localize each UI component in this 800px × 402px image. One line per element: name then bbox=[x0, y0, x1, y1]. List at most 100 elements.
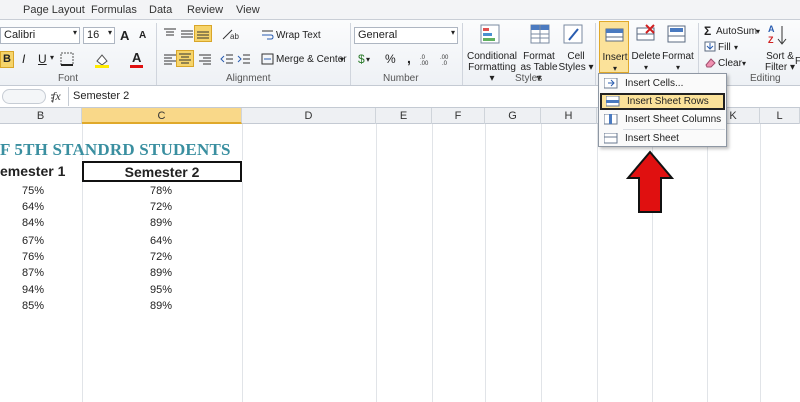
tab-review[interactable]: Review bbox=[187, 4, 223, 16]
menu-item-insert-sheet-rows[interactable]: Insert Sheet Rows bbox=[600, 93, 725, 110]
sheet-title: F 5TH STANDRD STUDENTS bbox=[0, 140, 231, 159]
header-semester-1: emester 1 bbox=[0, 163, 66, 179]
align-top-icon[interactable] bbox=[163, 28, 177, 40]
increase-indent-icon[interactable] bbox=[237, 53, 251, 65]
wrap-text-button[interactable]: Wrap Text bbox=[276, 30, 321, 41]
cell-semester-2[interactable]: 95% bbox=[150, 284, 172, 296]
font-size-combo[interactable]: 16 ▾ bbox=[83, 27, 115, 44]
cell-semester-1[interactable]: 64% bbox=[22, 201, 44, 213]
number-format-combo[interactable]: General ▾ bbox=[354, 27, 458, 44]
decrease-indent-icon[interactable] bbox=[220, 53, 234, 65]
tab-page-layout[interactable]: Page Layout bbox=[23, 4, 85, 16]
comma-button[interactable]: , bbox=[407, 50, 411, 66]
cell-semester-2[interactable]: 78% bbox=[150, 185, 172, 197]
cell-semester-2[interactable]: 72% bbox=[150, 251, 172, 263]
delete-button[interactable]: Delete bbox=[630, 51, 662, 62]
bold-button[interactable]: B bbox=[0, 51, 14, 68]
tab-data[interactable]: Data bbox=[149, 4, 172, 16]
svg-text:Z: Z bbox=[768, 35, 774, 45]
column-header-l[interactable]: L bbox=[760, 108, 800, 124]
fill-icon bbox=[704, 41, 716, 52]
column-header-h[interactable]: H bbox=[541, 108, 597, 124]
insert-rows-menu-icon bbox=[606, 96, 620, 107]
percent-button[interactable]: % bbox=[385, 52, 396, 66]
cell-semester-1[interactable]: 76% bbox=[22, 251, 44, 263]
selected-cell-c[interactable]: Semester 2 bbox=[82, 161, 242, 182]
name-box[interactable] bbox=[2, 89, 46, 104]
insert-sheet-menu-icon bbox=[604, 133, 618, 144]
autosum-dropdown-icon[interactable]: ▾ bbox=[756, 27, 760, 36]
cell-semester-1[interactable]: 67% bbox=[22, 235, 44, 247]
delete-cells-icon bbox=[636, 24, 655, 41]
align-left-icon[interactable] bbox=[163, 53, 177, 65]
underline-button[interactable]: U bbox=[38, 52, 47, 66]
conditional-formatting-button[interactable]: Conditional Formatting ▾ bbox=[466, 51, 518, 84]
insert-function-button[interactable]: fx bbox=[52, 89, 61, 104]
underline-dropdown-icon[interactable]: ▾ bbox=[50, 53, 54, 62]
number-group-label: Number bbox=[383, 73, 419, 84]
align-bottom-button[interactable] bbox=[194, 25, 212, 42]
sigma-icon: Σ bbox=[704, 24, 712, 38]
merge-dropdown-icon[interactable]: ▾ bbox=[340, 55, 344, 64]
wrap-text-icon bbox=[262, 30, 274, 40]
fill-color-icon[interactable] bbox=[94, 52, 110, 68]
shrink-font-button[interactable]: A bbox=[139, 30, 146, 41]
tab-formulas[interactable]: Formulas bbox=[91, 4, 137, 16]
insert-button[interactable]: Insert ▾ bbox=[599, 21, 629, 73]
cell-semester-1[interactable]: 94% bbox=[22, 284, 44, 296]
cell-semester-2[interactable]: 89% bbox=[150, 267, 172, 279]
clear-dropdown-icon[interactable]: ▾ bbox=[742, 59, 746, 68]
merge-center-button[interactable]: Merge & Center bbox=[276, 54, 347, 65]
cell-semester-1[interactable]: 85% bbox=[22, 300, 44, 312]
align-middle-icon[interactable] bbox=[180, 28, 194, 40]
sort-filter-button[interactable]: Sort & Filter ▾ bbox=[764, 51, 796, 73]
menu-item-insert-sheet-columns[interactable]: Insert Sheet Columns bbox=[600, 111, 725, 128]
menu-item-insert-sheet[interactable]: Insert Sheet bbox=[600, 130, 725, 147]
currency-dropdown-icon[interactable]: ▾ bbox=[366, 55, 370, 64]
find-select-button[interactable]: F bbox=[795, 56, 800, 67]
align-right-icon[interactable] bbox=[198, 53, 212, 65]
format-cells-icon bbox=[667, 25, 686, 43]
svg-text:ab: ab bbox=[230, 32, 239, 41]
cell-styles-button[interactable]: Cell Styles ▾ bbox=[558, 51, 594, 73]
cell-semester-2[interactable]: 89% bbox=[150, 300, 172, 312]
italic-button[interactable]: I bbox=[22, 52, 25, 66]
alignment-group-label: Alignment bbox=[226, 73, 271, 84]
column-header-b[interactable]: B bbox=[0, 108, 82, 124]
fill-button[interactable]: Fill bbox=[718, 42, 731, 53]
column-header-f[interactable]: F bbox=[432, 108, 485, 124]
svg-text:A: A bbox=[768, 24, 775, 34]
format-as-table-icon bbox=[530, 24, 550, 44]
increase-decimal-icon[interactable]: .0.00 bbox=[420, 52, 436, 66]
column-header-d[interactable]: D bbox=[242, 108, 376, 124]
cell-semester-1[interactable]: 84% bbox=[22, 217, 44, 229]
format-button[interactable]: Format bbox=[662, 51, 694, 62]
font-color-button[interactable]: A bbox=[132, 50, 141, 65]
editing-group-label: Editing bbox=[750, 73, 781, 84]
borders-icon[interactable] bbox=[60, 52, 74, 66]
autosum-button[interactable]: AutoSum bbox=[716, 26, 757, 37]
grow-font-button[interactable]: A bbox=[120, 28, 129, 43]
insert-cells-icon bbox=[605, 28, 624, 42]
font-name-combo[interactable]: Calibri ▾ bbox=[0, 27, 80, 44]
menu-item-insert-cells[interactable]: Insert Cells... bbox=[600, 75, 725, 92]
fill-dropdown-icon[interactable]: ▾ bbox=[734, 43, 738, 52]
column-header-g[interactable]: G bbox=[485, 108, 541, 124]
insert-dropdown-menu: Insert Cells... Insert Sheet Rows Insert… bbox=[598, 73, 727, 147]
tab-view[interactable]: View bbox=[236, 4, 260, 16]
cell-semester-2[interactable]: 64% bbox=[150, 235, 172, 247]
orientation-icon[interactable]: ab bbox=[220, 27, 240, 41]
decrease-decimal-icon[interactable]: .00.0 bbox=[440, 52, 456, 66]
align-center-button[interactable] bbox=[176, 50, 194, 67]
column-header-c[interactable]: C bbox=[82, 108, 242, 124]
cell-semester-2[interactable]: 72% bbox=[150, 201, 172, 213]
currency-button[interactable]: $ bbox=[358, 52, 365, 66]
cell-semester-2[interactable]: 89% bbox=[150, 217, 172, 229]
cell-semester-1[interactable]: 87% bbox=[22, 267, 44, 279]
cell-styles-icon bbox=[563, 24, 583, 44]
column-header-e[interactable]: E bbox=[376, 108, 432, 124]
insert-cells-menu-icon bbox=[604, 78, 618, 89]
font-color-swatch bbox=[130, 65, 143, 68]
cell-semester-1[interactable]: 75% bbox=[22, 185, 44, 197]
clear-button[interactable]: Clear bbox=[718, 58, 742, 69]
